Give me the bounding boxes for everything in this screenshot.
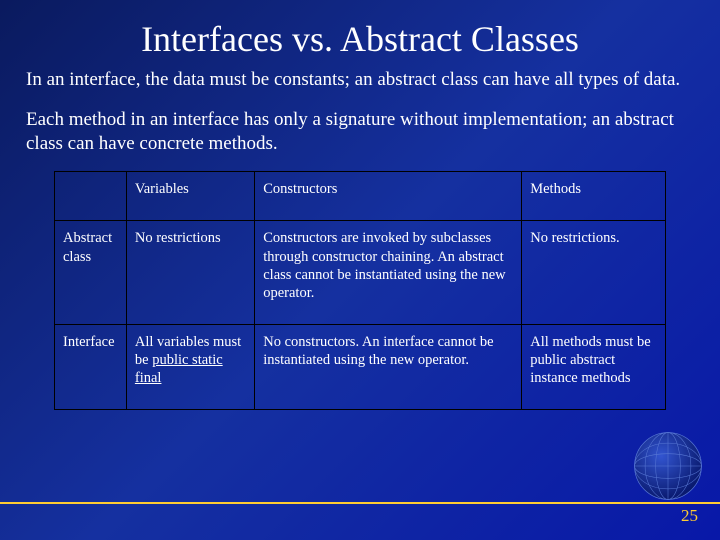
row-label-interface: Interface: [55, 324, 127, 409]
header-constructors: Constructors: [255, 172, 522, 221]
cell-abstract-variables: No restrictions: [126, 221, 254, 325]
slide-number: 25: [681, 506, 698, 526]
paragraph-1: In an interface, the data must be consta…: [26, 68, 694, 92]
cell-interface-variables: All variables must be public static fina…: [126, 324, 254, 409]
row-label-abstract: Abstract class: [55, 221, 127, 325]
body-text-block: In an interface, the data must be consta…: [0, 68, 720, 155]
footer-divider: [0, 502, 720, 504]
table-row: Interface All variables must be public s…: [55, 324, 666, 409]
cell-abstract-constructors: Constructors are invoked by subclasses t…: [255, 221, 522, 325]
header-methods: Methods: [522, 172, 666, 221]
header-blank: [55, 172, 127, 221]
comparison-table-wrap: Variables Constructors Methods Abstract …: [54, 171, 666, 410]
slide-title: Interfaces vs. Abstract Classes: [0, 0, 720, 68]
cell-abstract-methods: No restrictions.: [522, 221, 666, 325]
header-variables: Variables: [126, 172, 254, 221]
cell-interface-constructors: No constructors. An interface cannot be …: [255, 324, 522, 409]
table-header-row: Variables Constructors Methods: [55, 172, 666, 221]
globe-icon: [624, 422, 712, 510]
comparison-table: Variables Constructors Methods Abstract …: [54, 171, 666, 410]
paragraph-2: Each method in an interface has only a s…: [26, 108, 694, 156]
cell-interface-methods: All methods must be public abstract inst…: [522, 324, 666, 409]
table-row: Abstract class No restrictions Construct…: [55, 221, 666, 325]
